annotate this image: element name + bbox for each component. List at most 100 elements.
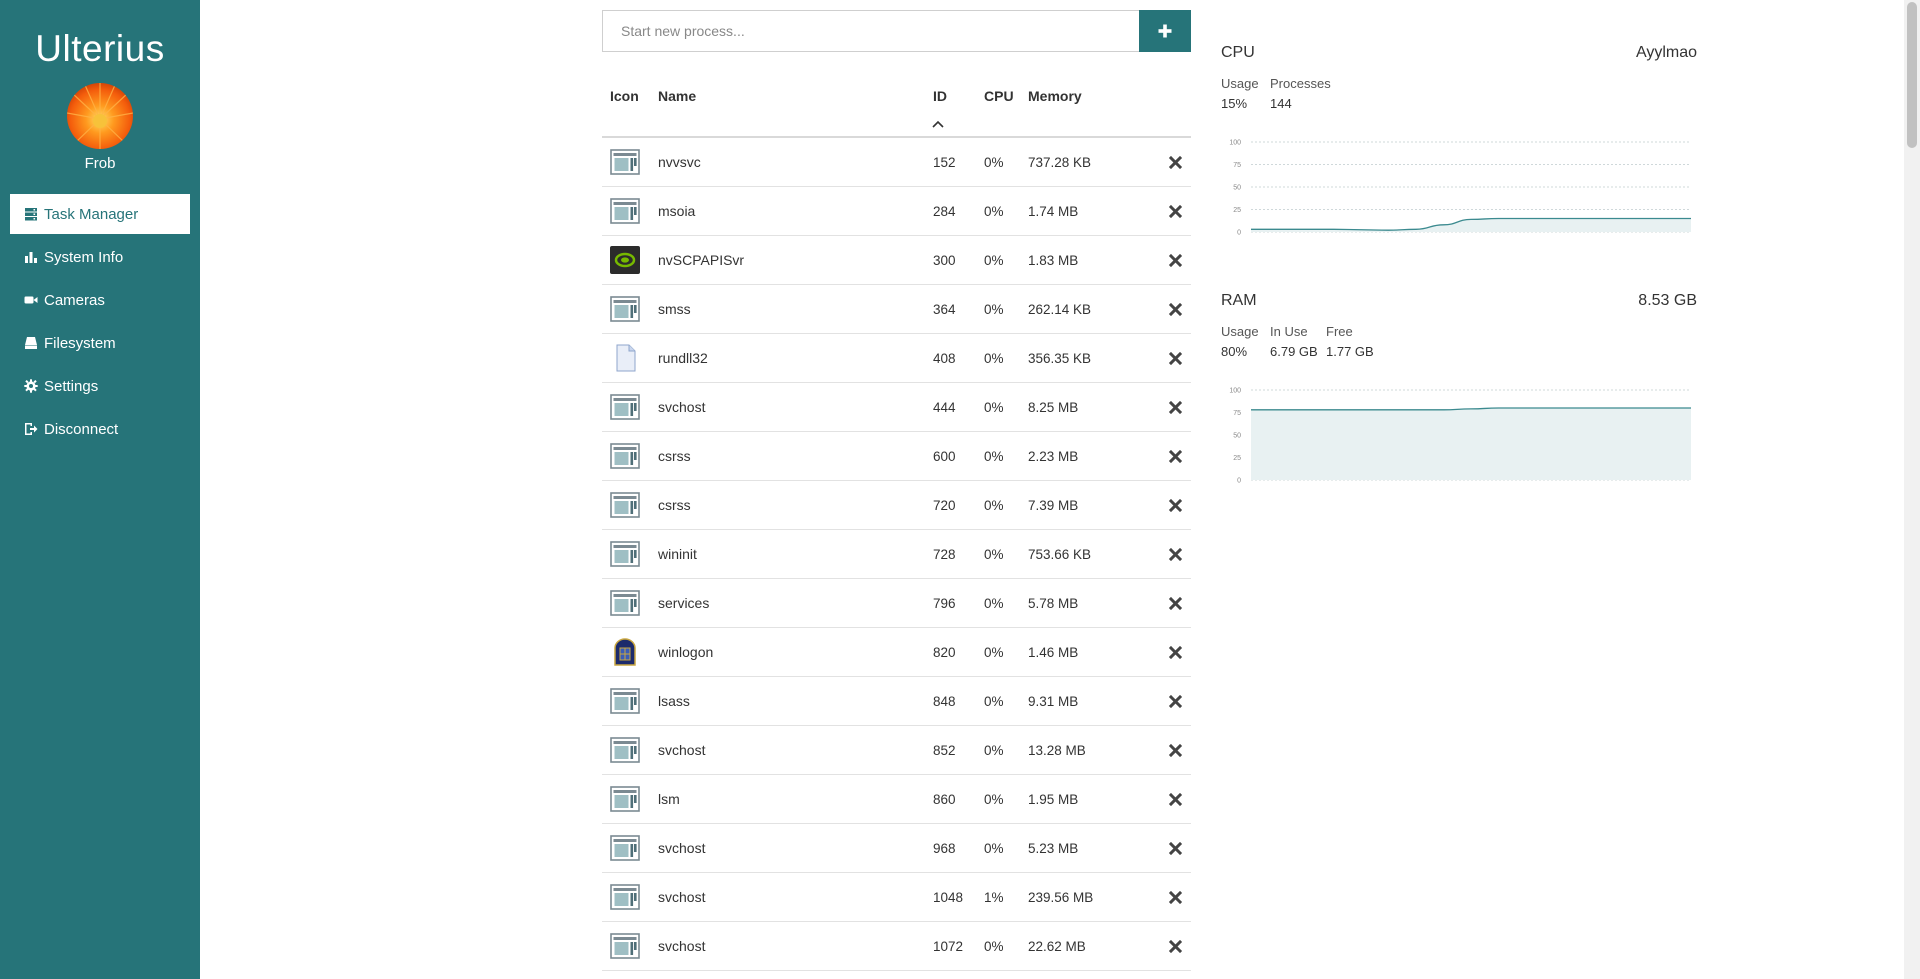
table-row[interactable]: wininit 728 0% 753.66 KB: [602, 530, 1191, 579]
cpu-chart-tick-label: 100: [1229, 140, 1241, 147]
process-memory: 5.23 MB: [1028, 840, 1079, 856]
nav-label: Task Manager: [44, 205, 139, 223]
table-row[interactable]: svchost 1072 0% 22.62 MB: [602, 922, 1191, 971]
kill-process-button[interactable]: [1167, 922, 1183, 970]
nav-item-filesystem[interactable]: Filesystem: [10, 323, 190, 363]
nav-item-disconnect[interactable]: Disconnect: [10, 409, 190, 449]
machine-name: Ayylmao: [1635, 44, 1697, 61]
server-icon: [24, 207, 38, 221]
cpu-processes-label: Processes: [1270, 76, 1331, 91]
hard-drive-icon: [24, 336, 38, 350]
kill-process-button[interactable]: [1167, 628, 1183, 676]
table-row[interactable]: winlogon 820 0% 1.46 MB: [602, 628, 1191, 677]
table-row[interactable]: lsm 860 0% 1.95 MB: [602, 775, 1191, 824]
kill-process-button[interactable]: [1167, 334, 1183, 382]
process-memory: 2.23 MB: [1028, 448, 1079, 464]
kill-process-button[interactable]: [1167, 138, 1183, 186]
process-id: 820: [933, 644, 956, 660]
kill-process-button[interactable]: [1167, 775, 1183, 823]
process-name: nvSCPAPISvr: [658, 252, 745, 268]
close-icon: [1168, 204, 1182, 218]
table-row[interactable]: nvSCPAPISvr 300 0% 1.83 MB: [602, 236, 1191, 285]
kill-process-button[interactable]: [1167, 481, 1183, 529]
kill-process-button[interactable]: [1167, 824, 1183, 872]
process-name: lsass: [658, 693, 690, 709]
process-id: 300: [933, 252, 956, 268]
table-row[interactable]: services 796 0% 5.78 MB: [602, 579, 1191, 628]
process-cpu: 0%: [984, 301, 1004, 317]
process-name: msoia: [658, 203, 696, 219]
kill-process-button[interactable]: [1167, 383, 1183, 431]
table-row[interactable]: svchost 444 0% 8.25 MB: [602, 383, 1191, 432]
kill-process-button[interactable]: [1167, 726, 1183, 774]
brand-title: Ulterius: [35, 28, 165, 69]
page-scrollbar[interactable]: [1904, 0, 1920, 979]
generic-app-icon: [610, 873, 640, 921]
column-header-name[interactable]: Name: [658, 88, 696, 104]
table-row[interactable]: csrss 600 0% 2.23 MB: [602, 432, 1191, 481]
process-id: 364: [933, 301, 956, 317]
kill-process-button[interactable]: [1167, 579, 1183, 627]
process-memory: 737.28 KB: [1028, 154, 1092, 170]
close-icon: [1168, 792, 1182, 806]
table-row[interactable]: smss 364 0% 262.14 KB: [602, 285, 1191, 334]
document-icon: [610, 334, 640, 382]
table-row[interactable]: lsass 848 0% 9.31 MB: [602, 677, 1191, 726]
column-header-id[interactable]: ID: [933, 88, 947, 104]
process-id: 408: [933, 350, 956, 366]
process-name: winlogon: [658, 644, 714, 660]
ram-title: RAM: [1221, 292, 1257, 309]
kill-process-button[interactable]: [1167, 187, 1183, 235]
start-process-button[interactable]: [1139, 10, 1191, 52]
column-header-cpu[interactable]: CPU: [984, 88, 1014, 104]
process-memory: 22.62 MB: [1028, 938, 1086, 954]
generic-app-icon: [610, 481, 640, 529]
ram-inuse-label: In Use: [1270, 324, 1308, 339]
generic-app-icon: [610, 383, 640, 431]
bar-chart-icon: [24, 250, 38, 264]
process-memory: 356.35 KB: [1028, 350, 1092, 366]
nav-item-settings[interactable]: Settings: [10, 366, 190, 406]
process-cpu: 0%: [984, 644, 1004, 660]
kill-process-button[interactable]: [1167, 432, 1183, 480]
sort-ascending-icon[interactable]: [932, 120, 944, 128]
process-id: 720: [933, 497, 956, 513]
nav-item-system-info[interactable]: System Info: [10, 237, 190, 277]
column-header-memory[interactable]: Memory: [1028, 88, 1082, 104]
kill-process-button[interactable]: [1167, 285, 1183, 333]
kill-process-button[interactable]: [1167, 873, 1183, 921]
table-row[interactable]: rundll32 408 0% 356.35 KB: [602, 334, 1191, 383]
process-cpu: 0%: [984, 399, 1004, 415]
table-row[interactable]: svchost 1048 1% 239.56 MB: [602, 873, 1191, 922]
start-process-input[interactable]: [602, 10, 1139, 52]
avatar[interactable]: [67, 83, 133, 149]
table-row[interactable]: msoia 284 0% 1.74 MB: [602, 187, 1191, 236]
table-row[interactable]: nvvsvc 152 0% 737.28 KB: [602, 138, 1191, 187]
nav-label: Settings: [44, 377, 99, 395]
close-icon: [1168, 939, 1182, 953]
process-memory: 1.46 MB: [1028, 644, 1079, 660]
process-cpu: 0%: [984, 203, 1004, 219]
process-cpu: 0%: [984, 742, 1004, 758]
process-table-header: Icon Name ID CPU Memory: [602, 52, 1191, 138]
process-id: 444: [933, 399, 956, 415]
table-row[interactable]: svchost 968 0% 5.23 MB: [602, 824, 1191, 873]
kill-process-button[interactable]: [1167, 236, 1183, 284]
table-row[interactable]: svchost 852 0% 13.28 MB: [602, 726, 1191, 775]
username: Frob: [84, 155, 116, 172]
ram-inuse-value: 6.79 GB: [1270, 344, 1318, 359]
kill-process-button[interactable]: [1167, 530, 1183, 578]
nav-item-task-manager[interactable]: Task Manager: [10, 194, 190, 234]
process-memory: 7.39 MB: [1028, 497, 1079, 513]
process-id: 284: [933, 203, 956, 219]
scrollbar-thumb[interactable]: [1907, 2, 1917, 148]
process-id: 728: [933, 546, 956, 562]
table-row[interactable]: csrss 720 0% 7.39 MB: [602, 481, 1191, 530]
cpu-title: CPU: [1221, 44, 1255, 61]
column-header-icon: Icon: [610, 88, 639, 104]
process-name: wininit: [658, 546, 697, 562]
winlogon-icon: [610, 628, 640, 676]
generic-app-icon: [610, 285, 640, 333]
nav-item-cameras[interactable]: Cameras: [10, 280, 190, 320]
kill-process-button[interactable]: [1167, 677, 1183, 725]
